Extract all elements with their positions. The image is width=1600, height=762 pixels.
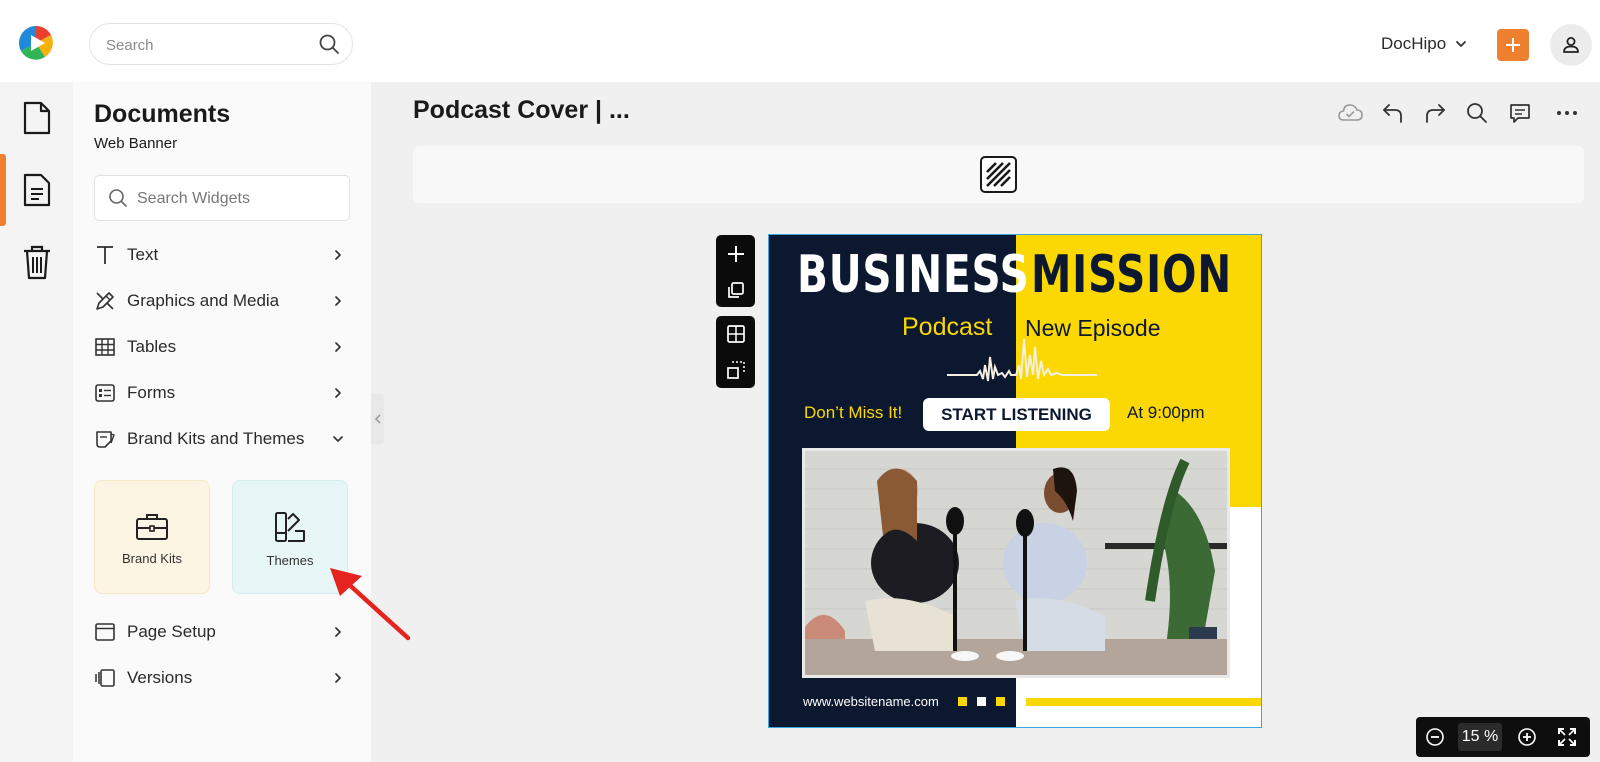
panel-title: Documents xyxy=(94,100,231,128)
chevron-left-icon xyxy=(374,414,382,424)
undo-icon[interactable] xyxy=(1380,100,1406,126)
widget-search-input[interactable] xyxy=(137,188,337,210)
tile-label: Brand Kits xyxy=(122,551,182,566)
website-url[interactable]: www.websitename.com xyxy=(803,694,939,709)
background-pattern-button[interactable] xyxy=(980,156,1017,193)
versions-icon xyxy=(94,667,116,689)
chevron-down-icon xyxy=(1454,37,1468,51)
trash-icon xyxy=(22,244,52,280)
annotation-arrow xyxy=(328,566,412,642)
menu-item-label: Brand Kits and Themes xyxy=(127,429,305,448)
brand-kits-tile[interactable]: Brand Kits xyxy=(94,480,210,594)
themes-icon xyxy=(273,511,307,543)
start-listening-badge[interactable]: START LISTENING xyxy=(923,398,1110,431)
menu-item-graphics-and-media[interactable]: Graphics and Media xyxy=(94,283,350,319)
account-switcher[interactable]: DocHipo xyxy=(1381,32,1468,56)
search-icon[interactable] xyxy=(1464,100,1490,126)
comment-icon[interactable] xyxy=(1507,100,1533,126)
form-icon xyxy=(94,382,116,404)
select-area-icon[interactable] xyxy=(726,360,746,380)
page-actions-toolbar xyxy=(716,235,755,307)
menu-item-text[interactable]: Text xyxy=(94,237,350,273)
menu-item-label: Graphics and Media xyxy=(127,291,280,310)
document-type-label: Web Banner xyxy=(94,135,178,152)
menu-item-label: Versions xyxy=(127,668,193,687)
top-bar: DocHipo xyxy=(0,0,1600,82)
layout-actions-toolbar xyxy=(716,316,755,388)
rail-item-trash[interactable] xyxy=(0,226,73,298)
menu-item-label: Tables xyxy=(127,337,177,356)
graphics-icon xyxy=(94,290,116,312)
panel-collapse-handle[interactable] xyxy=(371,394,384,444)
menu-item-label: Text xyxy=(127,245,159,264)
more-icon[interactable] xyxy=(1554,100,1580,126)
redo-icon[interactable] xyxy=(1422,100,1448,126)
account-name: DocHipo xyxy=(1381,34,1447,53)
zoom-level[interactable]: 15 % xyxy=(1458,723,1502,751)
dont-miss-label[interactable]: Don’t Miss It! xyxy=(804,403,902,423)
tile-label: Themes xyxy=(266,553,314,568)
decor-square xyxy=(958,697,967,706)
headline-mission[interactable]: MISSION xyxy=(1031,245,1232,305)
plus-icon xyxy=(1504,36,1522,54)
page-setup-icon xyxy=(94,621,116,643)
widgets-panel: Documents Web Banner Text Graphics and M… xyxy=(73,82,371,762)
podcast-hosts-photo[interactable] xyxy=(802,448,1230,678)
search-icon[interactable] xyxy=(318,33,340,55)
rail-item-pages[interactable] xyxy=(0,154,73,226)
menu-item-label: Forms xyxy=(127,383,176,402)
hatch-pattern-icon xyxy=(986,162,1011,187)
chevron-right-icon xyxy=(329,292,347,310)
create-new-button[interactable] xyxy=(1497,29,1529,61)
global-search[interactable] xyxy=(89,23,353,65)
menu-item-page-setup[interactable]: Page Setup xyxy=(94,614,350,650)
time-label[interactable]: At 9:00pm xyxy=(1127,403,1205,423)
user-profile-button[interactable] xyxy=(1550,24,1592,66)
menu-item-tables[interactable]: Tables xyxy=(94,329,350,365)
chevron-right-icon xyxy=(329,384,347,402)
document-icon xyxy=(22,101,52,135)
chevron-right-icon xyxy=(329,338,347,356)
brand-icon xyxy=(94,428,116,450)
menu-item-versions[interactable]: Versions xyxy=(94,660,350,696)
document-title[interactable]: Podcast Cover | ... xyxy=(413,96,630,125)
left-rail xyxy=(0,82,73,762)
zoom-in-icon[interactable] xyxy=(1516,726,1538,748)
text-icon xyxy=(94,244,116,266)
table-icon xyxy=(94,336,116,358)
duplicate-page-icon[interactable] xyxy=(727,281,745,299)
chevron-right-icon xyxy=(329,246,347,264)
widget-search[interactable] xyxy=(94,175,350,221)
global-search-input[interactable] xyxy=(106,34,306,56)
chevron-down-icon xyxy=(329,430,347,448)
zoom-unit: % xyxy=(1484,728,1499,745)
menu-item-forms[interactable]: Forms xyxy=(94,375,350,411)
soundwave-graphic[interactable] xyxy=(947,335,1097,385)
grid-layout-icon[interactable] xyxy=(726,324,746,344)
menu-item-brand-kits-and-themes[interactable]: Brand Kits and Themes xyxy=(94,421,350,457)
rail-item-documents[interactable] xyxy=(0,82,73,154)
menu-item-label: Page Setup xyxy=(127,622,216,641)
zoom-control: 15 % xyxy=(1416,717,1590,757)
briefcase-icon xyxy=(135,511,169,541)
headline-business[interactable]: BUSINESS xyxy=(797,245,1030,305)
chevron-right-icon xyxy=(329,669,347,687)
search-icon xyxy=(108,188,128,208)
decor-square xyxy=(977,697,986,706)
page-list-icon xyxy=(22,173,52,207)
fullscreen-icon[interactable] xyxy=(1556,726,1578,748)
design-canvas[interactable]: BUSINESS MISSION Podcast New Episode Don… xyxy=(768,234,1262,728)
zoom-out-icon[interactable] xyxy=(1424,726,1446,748)
zoom-value: 15 xyxy=(1461,728,1480,745)
add-page-icon[interactable] xyxy=(726,244,746,264)
decor-square xyxy=(996,697,1005,706)
decor-yellow-bar xyxy=(1026,698,1261,706)
dochipo-logo[interactable] xyxy=(17,24,55,62)
cloud-saved-icon[interactable] xyxy=(1337,100,1363,126)
user-icon xyxy=(1561,35,1581,55)
